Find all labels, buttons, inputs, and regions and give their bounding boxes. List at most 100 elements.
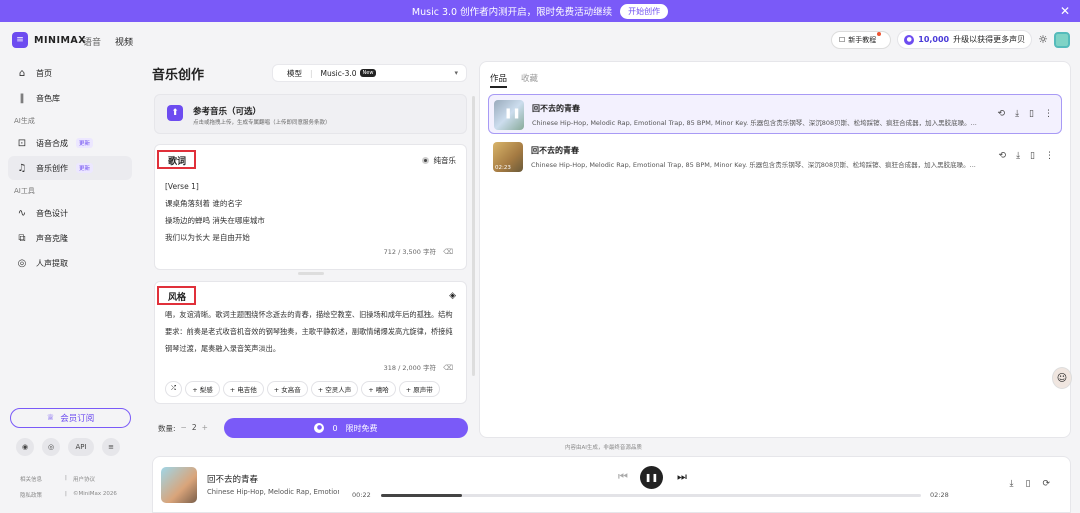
new-badge: New <box>359 69 377 77</box>
section-ai-tools: AI工具 <box>14 187 35 195</box>
footer-info-link[interactable]: 相关信息 <box>20 475 65 483</box>
upgrade-link[interactable]: 升级以获得更多声贝 <box>953 34 1025 45</box>
clear-icon[interactable]: ⌫ <box>443 248 453 256</box>
tab-works[interactable]: 作品 <box>490 72 508 88</box>
model-select[interactable]: 模型 | Music-3.0 New ▾ <box>272 64 467 82</box>
theme-toggle-icon[interactable]: ☼ <box>1038 33 1048 46</box>
style-card: 风格 ◈ 唱，友谊清晰。歌词主题围绕怀念逝去的青春，描绘空教室、旧操场和成年后的… <box>154 281 467 404</box>
gen-cost: 0 <box>332 423 338 433</box>
pure-music-toggle[interactable]: 纯音乐 <box>421 155 456 166</box>
member-subscribe-button[interactable]: ♕ 会员订阅 <box>10 408 131 428</box>
style-tag[interactable]: + 原声带 <box>398 381 440 397</box>
generate-button[interactable]: ● 0 限时免费 <box>224 418 468 438</box>
coin-icon: ● <box>904 34 915 45</box>
download-icon[interactable]: ⤓ <box>1016 151 1020 161</box>
start-create-button[interactable]: 开始创作 <box>620 3 669 19</box>
nav-video[interactable]: 视频 <box>115 35 133 48</box>
download-icon[interactable]: ⤓ <box>1010 479 1014 489</box>
lyrics-textarea[interactable]: [Verse 1] 课桌角落刻着 谁的名字 操场边的蝉鸣 消失在哪座城市 我们以… <box>165 178 265 246</box>
style-tag[interactable]: + 梨感 <box>185 381 220 397</box>
more-icon[interactable]: ⋮ <box>1045 151 1054 161</box>
style-tag[interactable]: + 电吉他 <box>222 381 264 397</box>
bookmark-icon[interactable]: ▯ <box>1026 479 1031 489</box>
sidebar-item-label: 首页 <box>36 68 52 78</box>
footer-privacy-link[interactable]: 隐私政策 <box>20 491 65 499</box>
tutorial-button[interactable]: ☐ 新手教程 <box>830 30 892 49</box>
upload-icon: ⬆ <box>167 105 183 121</box>
clone-icon: ⧉ <box>18 232 26 244</box>
scrollbar[interactable] <box>472 96 475 376</box>
qty-minus-button[interactable]: − <box>181 423 187 434</box>
banner-text: Music 3.0 创作者内测开启，限时免费活动继续 <box>411 7 613 18</box>
discord-icon[interactable]: ◉ <box>16 438 34 456</box>
section-ai-generate: AI生成 <box>14 117 35 125</box>
footer-terms-link[interactable]: 用户协议 <box>73 475 128 483</box>
style-tag[interactable]: + 嘻哈 <box>361 381 396 397</box>
lyrics-card: 歌词 纯音乐 [Verse 1] 课桌角落刻着 谁的名字 操场边的蝉鸣 消失在哪… <box>154 144 467 270</box>
tag-label: 原声带 <box>413 386 433 394</box>
style-tag[interactable]: + 女高音 <box>266 381 308 397</box>
style-tags: ⤮ + 梨感 + 电吉他 + 女高音 + 空灵人声 + 嘻哈 + 原声带 <box>165 381 440 397</box>
close-icon[interactable]: ✕ <box>1060 4 1070 18</box>
next-icon[interactable]: ⏭ <box>677 470 687 484</box>
credits-pill[interactable]: ● 10,000 升级以获得更多声贝 <box>897 30 1033 49</box>
sidebar-item-label: 语音合成 <box>36 138 68 148</box>
pause-button[interactable]: ❚❚ <box>640 466 663 489</box>
track-item[interactable]: 02:23 回不去的青春 Chinese Hip-Hop, Melodic Ra… <box>488 137 1062 177</box>
bookmark-icon[interactable]: ▯ <box>1030 151 1035 161</box>
update-badge: 更新 <box>76 163 94 173</box>
previous-icon[interactable]: ⏮ <box>618 470 628 484</box>
qty-plus-button[interactable]: + <box>202 423 208 434</box>
sidebar-item-voice-design[interactable]: ∿ 音色设计 <box>0 201 134 225</box>
feedback-icon[interactable]: ≡ <box>102 438 120 456</box>
palette-icon[interactable]: ◈ <box>449 291 456 301</box>
sidebar-item-music[interactable]: ♫ 音乐创作 更新 <box>8 156 132 180</box>
bookmark-icon[interactable]: ▯ <box>1029 109 1034 119</box>
nav-voice[interactable]: 语音 <box>83 35 101 48</box>
assistant-avatar[interactable]: ☺ <box>1052 367 1072 389</box>
sidebar-item-voice-library[interactable]: ‖ 音色库 <box>0 86 134 110</box>
sidebar-item-tts[interactable]: ⊡ 语音合成 更新 <box>0 131 134 155</box>
qty-value: 2 <box>191 423 197 432</box>
style-tag[interactable]: + 空灵人声 <box>310 381 359 397</box>
repeat-icon[interactable]: ⟳ <box>1042 479 1050 489</box>
reference-music-upload[interactable]: ⬆ 参考音乐（可选） 点击或拖拽上传，生成专属翻唱（上传即同意服务条款） <box>154 94 467 134</box>
more-icon[interactable]: ⋮ <box>1044 109 1053 119</box>
wechat-icon[interactable]: ◎ <box>42 438 60 456</box>
crown-icon: ♕ <box>46 413 55 423</box>
download-icon[interactable]: ⤓ <box>1015 109 1019 119</box>
tutorial-label: 新手教程 <box>848 35 877 44</box>
resize-handle[interactable] <box>298 272 324 275</box>
track-desc: Chinese Hip-Hop, Melodic Rap, Emotional … <box>531 161 976 169</box>
pause-icon[interactable]: ❚❚ <box>504 108 521 119</box>
model-value: Music-3.0 <box>320 68 357 78</box>
tab-favorites[interactable]: 收藏 <box>521 72 538 88</box>
logo-mark-icon: ≡ <box>12 32 28 48</box>
api-button[interactable]: API <box>68 438 94 456</box>
promo-banner: Music 3.0 创作者内测开启，限时免费活动继续 开始创作 ✕ <box>0 0 1080 22</box>
sidebar-item-voice-clone[interactable]: ⧉ 声音克隆 <box>0 226 134 250</box>
user-avatar[interactable] <box>1054 31 1070 48</box>
qty-label: 数量: <box>158 424 176 433</box>
sidebar-item-vocal-extract[interactable]: ◎ 人声提取 <box>0 251 134 275</box>
sidebar-item-label: 声音克隆 <box>36 233 68 243</box>
remix-icon[interactable]: ⟲ <box>998 109 1006 119</box>
tag-label: 空灵人声 <box>325 386 352 394</box>
track-item[interactable]: ❚❚ 回不去的青春 Chinese Hip-Hop, Melodic Rap, … <box>488 94 1062 134</box>
player-cover <box>161 467 197 503</box>
waveform-icon: ∿ <box>17 207 27 219</box>
tag-label: 梨感 <box>199 386 213 394</box>
sidebar-item-label: 音色设计 <box>36 208 68 218</box>
logo[interactable]: ≡ MINIMAX <box>12 32 86 48</box>
style-char-count: 318 / 2,000 字符 <box>383 364 436 372</box>
member-label: 会员订阅 <box>60 414 95 424</box>
gen-label: 限时免费 <box>345 423 378 433</box>
clear-icon[interactable]: ⌫ <box>443 364 453 372</box>
sidebar-footer: 相关信息 | 用户协议 隐私政策 | ©MiniMax 2026 <box>20 475 128 499</box>
progress-bar[interactable] <box>381 494 921 497</box>
style-textarea[interactable]: 唱，友谊清晰。歌词主题围绕怀念逝去的青春，描绘空教室、旧操场和成年后的孤独。结构… <box>165 306 455 357</box>
music-note-icon: ♫ <box>17 162 27 174</box>
shuffle-icon[interactable]: ⤮ <box>165 381 183 397</box>
sidebar-item-home[interactable]: ⌂ 首页 <box>0 61 134 85</box>
remix-icon[interactable]: ⟲ <box>999 151 1007 161</box>
